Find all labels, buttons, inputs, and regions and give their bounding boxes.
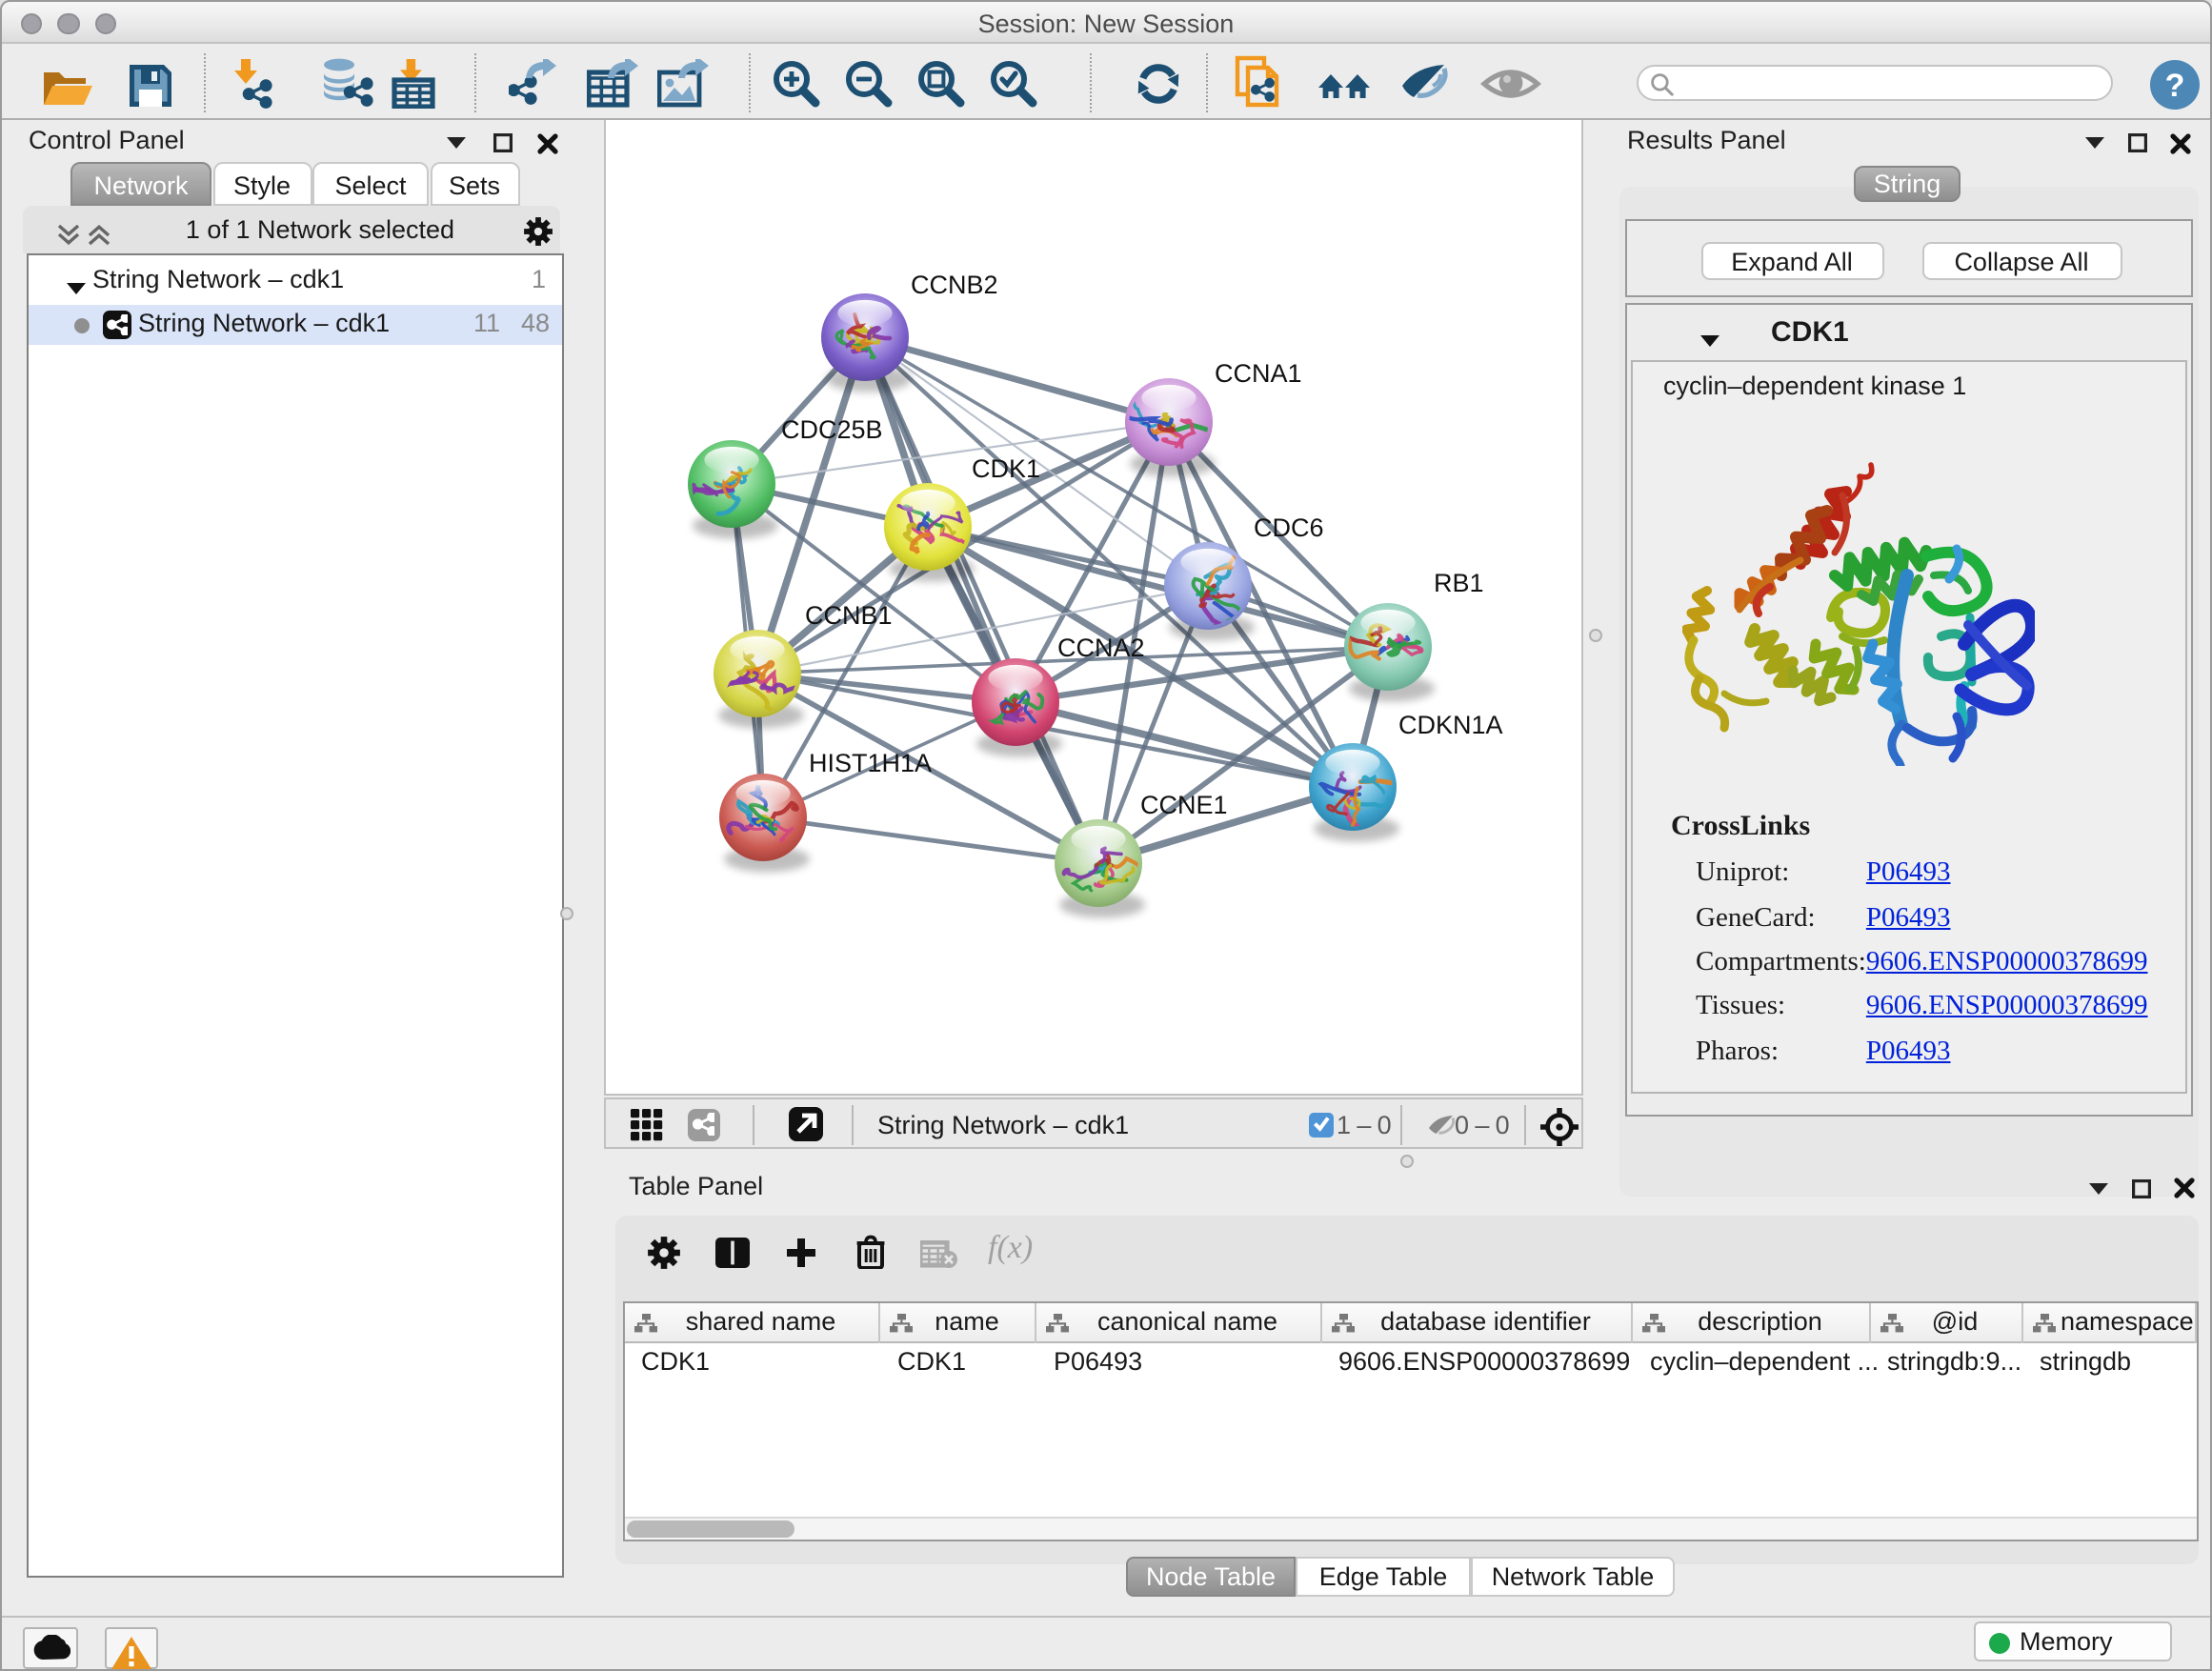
svg-text:RB1: RB1 — [1433, 569, 1483, 597]
svg-text:HIST1H1A: HIST1H1A — [808, 749, 931, 777]
svg-text:CDC25B: CDC25B — [780, 415, 882, 444]
svg-text:CDC6: CDC6 — [1253, 513, 1323, 542]
svg-text:CCNA1: CCNA1 — [1214, 359, 1301, 388]
svg-text:CCNB2: CCNB2 — [910, 271, 997, 299]
svg-text:CDKN1A: CDKN1A — [1398, 711, 1502, 739]
svg-text:CCNA2: CCNA2 — [1056, 634, 1144, 662]
svg-text:?: ? — [2165, 68, 2185, 104]
svg-text:CCNE1: CCNE1 — [1139, 791, 1227, 819]
svg-text:CDK1: CDK1 — [971, 454, 1039, 483]
svg-text:CCNB1: CCNB1 — [804, 601, 892, 630]
